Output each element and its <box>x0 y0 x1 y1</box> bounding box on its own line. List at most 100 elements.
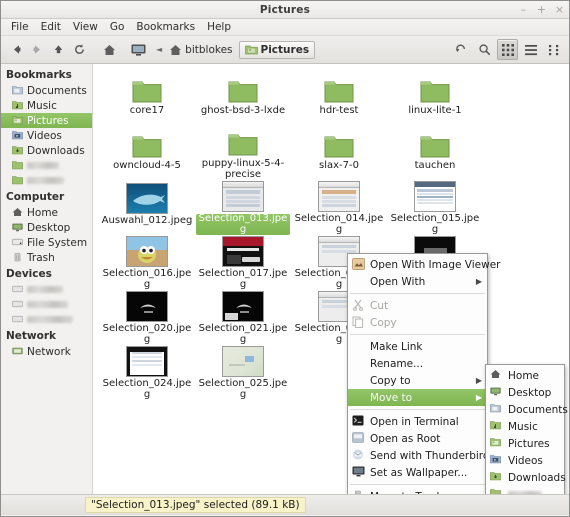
sidebar-item-videos-label: Videos <box>27 129 62 142</box>
up-icon[interactable] <box>48 39 69 60</box>
menu-item-open-with[interactable]: Open With ▶ <box>348 273 487 290</box>
mail-icon <box>352 449 366 462</box>
file-item-image[interactable]: Selection_014.jpeg <box>291 181 387 235</box>
sidebar-item-pictures-label: Pictures <box>27 114 69 127</box>
menu-item-rename[interactable]: Rename... <box>348 355 487 372</box>
folder-music-icon <box>490 420 504 433</box>
sidebar-item-network[interactable]: Network <box>1 344 92 359</box>
menu-help[interactable]: Help <box>201 20 237 34</box>
minimize-button[interactable]: – <box>518 4 529 16</box>
submenu-item-videos[interactable]: Videos <box>486 452 564 469</box>
menu-file[interactable]: File <box>5 20 35 34</box>
toolbar-right-group <box>451 39 564 60</box>
menu-bookmarks[interactable]: Bookmarks <box>130 20 201 34</box>
undo-icon[interactable] <box>451 39 472 60</box>
submenu-item-blurred-1[interactable] <box>486 486 564 494</box>
file-item-image[interactable]: Auswahl_012.jpeg <box>99 181 195 235</box>
blank-icon <box>352 357 366 370</box>
sidebar-item-music[interactable]: Music <box>1 98 92 113</box>
reload-icon[interactable] <box>69 39 90 60</box>
menu-item-open-as-root[interactable]: Open as Root <box>348 430 487 447</box>
file-item-image[interactable]: Selection_020.jpeg <box>99 291 195 345</box>
menu-item-open-with-image-viewer-label: Open With Image Viewer <box>370 258 501 271</box>
sidebar-item-device-blurred-3[interactable] <box>1 312 92 327</box>
sidebar-item-bookmark-blurred-1[interactable] <box>1 158 92 173</box>
file-item-folder[interactable]: owncloud-4-5 <box>99 126 195 180</box>
file-manager-window: Pictures – + × File Edit View Go Bookmar… <box>0 0 570 517</box>
file-item-folder[interactable]: slax-7-0 <box>291 126 387 180</box>
menu-edit[interactable]: Edit <box>35 20 67 34</box>
sidebar-item-desktop[interactable]: Desktop <box>1 220 92 235</box>
sidebar-item-downloads[interactable]: Downloads <box>1 143 92 158</box>
move-to-submenu[interactable]: Home Desktop Documents Music Pictures Vi… <box>485 364 568 494</box>
file-item-image[interactable]: Selection_025.jpeg <box>195 346 291 400</box>
file-item-folder[interactable]: core17 <box>99 71 195 125</box>
file-grid[interactable]: core17 ghost-bsd-3-lxde hdr-test linux-l… <box>93 64 569 494</box>
submenu-item-pictures[interactable]: Pictures <box>486 435 564 452</box>
menu-view[interactable]: View <box>67 20 104 34</box>
forward-icon[interactable] <box>27 39 48 60</box>
breadcrumb-pictures[interactable]: Pictures <box>238 40 316 59</box>
toolbar: ◄ bitblokes Pictures <box>1 36 569 64</box>
menu-item-make-link[interactable]: Make Link <box>348 338 487 355</box>
context-menu[interactable]: Open With Image Viewer Open With ▶ Cut C… <box>347 253 500 494</box>
menu-item-move-to-trash-label: Move to Trash <box>370 491 443 495</box>
close-button[interactable]: × <box>554 4 565 16</box>
back-icon[interactable] <box>6 39 27 60</box>
submenu-item-music[interactable]: Music <box>486 418 564 435</box>
menu-item-move-to-trash[interactable]: Move to Trash <box>348 488 487 494</box>
root-icon <box>352 432 366 445</box>
compact-view-icon[interactable] <box>543 39 564 60</box>
sidebar-item-trash[interactable]: Trash <box>1 250 92 265</box>
sidebar-item-device-blurred-3-label <box>27 316 73 323</box>
file-item-image[interactable]: Selection_021.jpeg <box>195 291 291 345</box>
file-item-folder[interactable]: linux-lite-1 <box>387 71 483 125</box>
trash-icon <box>12 252 23 263</box>
desktop-icon <box>490 386 504 399</box>
breadcrumb-root[interactable] <box>97 41 125 59</box>
maximize-button[interactable]: + <box>536 4 547 16</box>
menu-item-move-to[interactable]: Move to ▶ <box>348 389 487 406</box>
submenu-item-documents[interactable]: Documents <box>486 401 568 418</box>
submenu-item-home[interactable]: Home <box>486 367 564 384</box>
submenu-item-desktop[interactable]: Desktop <box>486 384 564 401</box>
menu-item-copy-to[interactable]: Copy to ▶ <box>348 372 487 389</box>
sidebar-item-bookmark-blurred-2[interactable] <box>1 173 92 188</box>
sidebar-item-device-blurred-1[interactable] <box>1 282 92 297</box>
search-icon[interactable] <box>474 39 495 60</box>
file-item-folder[interactable]: hdr-test <box>291 71 387 125</box>
menu-item-open-in-terminal[interactable]: Open in Terminal <box>348 413 487 430</box>
file-item-image[interactable]: Selection_017.jpeg <box>195 236 291 290</box>
file-item-folder[interactable]: tauchen <box>387 126 483 180</box>
desktop-icon <box>12 222 23 233</box>
sidebar-item-device-blurred-2[interactable] <box>1 297 92 312</box>
folder-pictures-icon <box>490 437 504 450</box>
file-item-image[interactable]: Selection_016.jpeg <box>99 236 195 290</box>
sidebar-header-devices: Devices <box>6 268 52 280</box>
window-body: Bookmarks Documents Music Pictures Video… <box>1 64 569 494</box>
menu-item-send-with-thunderbird[interactable]: Send with Thunderbird <box>348 447 490 464</box>
menu-item-open-with-image-viewer[interactable]: Open With Image Viewer <box>348 256 500 273</box>
file-name: Selection_021.jpeg <box>198 323 288 345</box>
sidebar-item-pictures[interactable]: Pictures <box>1 113 92 128</box>
file-item-folder[interactable]: ghost-bsd-3-lxde <box>195 71 291 125</box>
icon-view-icon[interactable] <box>497 39 518 60</box>
list-view-icon[interactable] <box>520 39 541 60</box>
sidebar-item-documents[interactable]: Documents <box>1 83 92 98</box>
folder-icon <box>490 488 504 494</box>
breadcrumb-bitblokes[interactable]: bitblokes <box>163 41 238 59</box>
menu-go[interactable]: Go <box>104 20 131 34</box>
sidebar-item-file-system[interactable]: File System <box>1 235 92 250</box>
file-item-image[interactable]: Selection_024.jpeg <box>99 346 195 400</box>
file-item-folder[interactable]: puppy-linux-5-4-precise <box>195 126 291 180</box>
file-item-image-selected[interactable]: Selection_013.jpeg <box>195 181 291 235</box>
file-item-image[interactable]: Selection_015.jpeg <box>387 181 483 235</box>
image-thumbnail <box>222 346 264 377</box>
sidebar-item-videos[interactable]: Videos <box>1 128 92 143</box>
breadcrumb-computer[interactable] <box>125 41 155 59</box>
submenu-item-downloads[interactable]: Downloads <box>486 469 566 486</box>
submenu-item-documents-label: Documents <box>508 403 568 416</box>
sidebar-item-home[interactable]: Home <box>1 205 92 220</box>
menu-item-set-as-wallpaper[interactable]: Set as Wallpaper... <box>348 464 487 481</box>
menu-separator <box>350 334 485 335</box>
